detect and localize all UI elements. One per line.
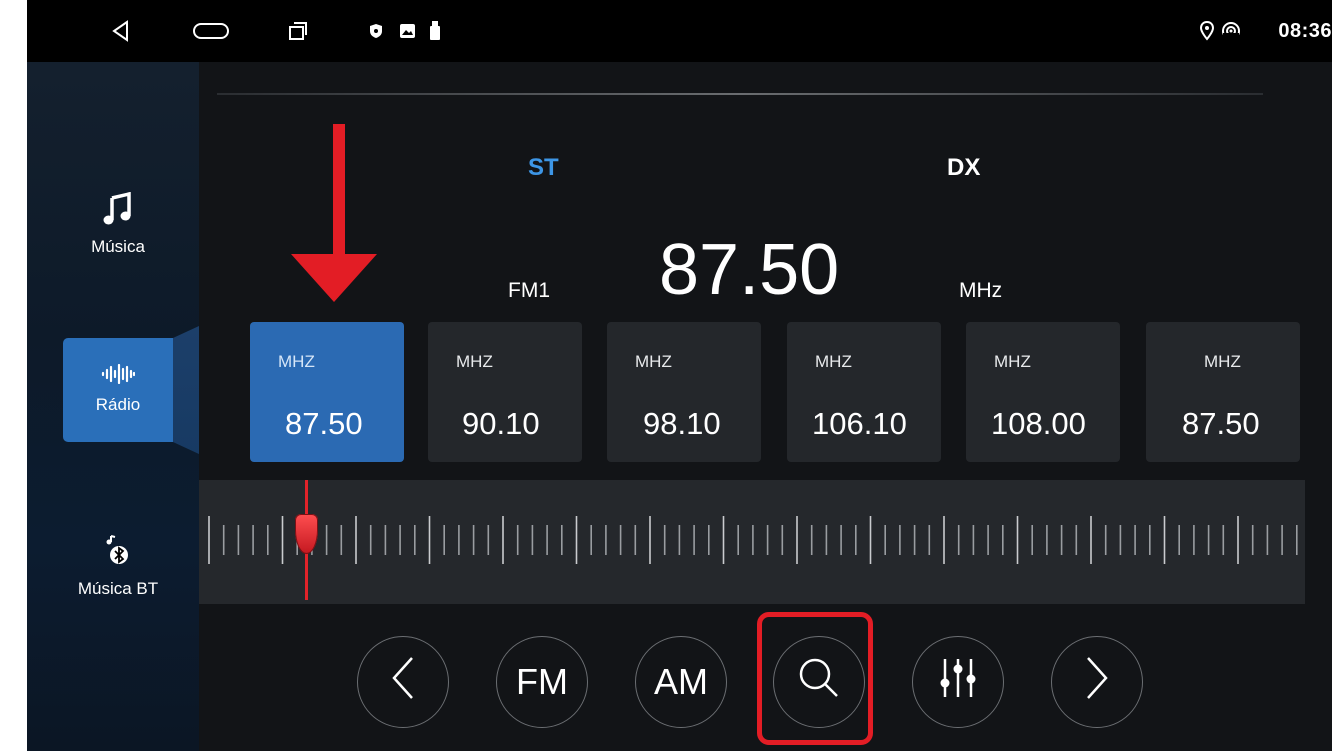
preset-frequency: 98.10	[643, 406, 721, 441]
annotation-arrow-icon	[291, 124, 377, 302]
hotspot-icon	[1220, 0, 1242, 62]
band-label: FM1	[508, 279, 550, 302]
st-toggle[interactable]: ST	[528, 154, 559, 182]
music-note-icon	[63, 191, 173, 231]
prev-station-button[interactable]	[357, 636, 449, 728]
fm-button-label: FM	[516, 661, 568, 702]
preset-6[interactable]: MHZ 87.50	[1146, 322, 1300, 462]
shield-icon	[368, 0, 384, 62]
preset-2[interactable]: MHZ 90.10	[428, 322, 582, 462]
sidebar: Música Rádio Música BT	[27, 62, 199, 751]
preset-frequency: 90.10	[462, 406, 540, 441]
sound-wave-icon	[63, 363, 173, 389]
preset-unit: MHZ	[456, 352, 493, 371]
sidebar-item-label: Música BT	[77, 579, 159, 598]
preset-frequency: 87.50	[1182, 406, 1260, 441]
chevron-left-icon	[388, 654, 418, 711]
preset-frequency: 87.50	[285, 406, 363, 441]
preset-5[interactable]: MHZ 108.00	[966, 322, 1120, 462]
sidebar-item-label: Rádio	[95, 395, 141, 414]
preset-4[interactable]: MHZ 106.10	[787, 322, 941, 462]
sidebar-item-label: Música	[91, 237, 145, 256]
current-frequency: 87.50	[659, 230, 840, 310]
preset-1[interactable]: MHZ 87.50	[250, 322, 404, 462]
back-icon[interactable]	[109, 0, 133, 62]
recents-icon[interactable]	[286, 0, 310, 62]
preset-unit: MHZ	[1204, 352, 1241, 371]
chevron-right-icon	[1082, 654, 1112, 711]
home-icon[interactable]	[191, 0, 231, 62]
equalizer-icon	[937, 655, 979, 710]
next-station-button[interactable]	[1051, 636, 1143, 728]
tuner-ticks	[208, 516, 1298, 564]
sidebar-item-radio[interactable]: Rádio	[63, 338, 173, 442]
preset-frequency: 106.10	[812, 406, 907, 441]
divider	[217, 93, 1263, 95]
preset-frequency: 108.00	[991, 406, 1086, 441]
am-button-label: AM	[654, 661, 708, 702]
status-bar: 08:36	[27, 0, 1332, 62]
image-icon	[399, 0, 415, 62]
bluetooth-music-icon	[63, 534, 173, 573]
sidebar-item-musica-bt[interactable]: Música BT	[63, 534, 173, 599]
dx-toggle[interactable]: DX	[947, 154, 980, 182]
preset-unit: MHZ	[994, 352, 1031, 371]
tuner-scale[interactable]	[199, 480, 1305, 604]
usb-icon	[428, 0, 442, 62]
frequency-unit: MHz	[959, 279, 1003, 302]
preset-unit: MHZ	[815, 352, 852, 371]
location-icon	[1198, 0, 1216, 62]
equalizer-button[interactable]	[912, 636, 1004, 728]
preset-unit: MHZ	[278, 352, 315, 371]
fm-band-button[interactable]: FM	[496, 636, 588, 728]
clock: 08:36	[1278, 20, 1332, 42]
sidebar-item-musica[interactable]: Música	[63, 191, 173, 257]
preset-3[interactable]: MHZ 98.10	[607, 322, 761, 462]
preset-unit: MHZ	[635, 352, 672, 371]
am-band-button[interactable]: AM	[635, 636, 727, 728]
search-highlight-annotation	[757, 612, 873, 745]
radio-screen: 08:36 Música Rádio Música BT ST DX FM1 8…	[27, 0, 1332, 751]
sidebar-active-notch	[173, 326, 199, 454]
